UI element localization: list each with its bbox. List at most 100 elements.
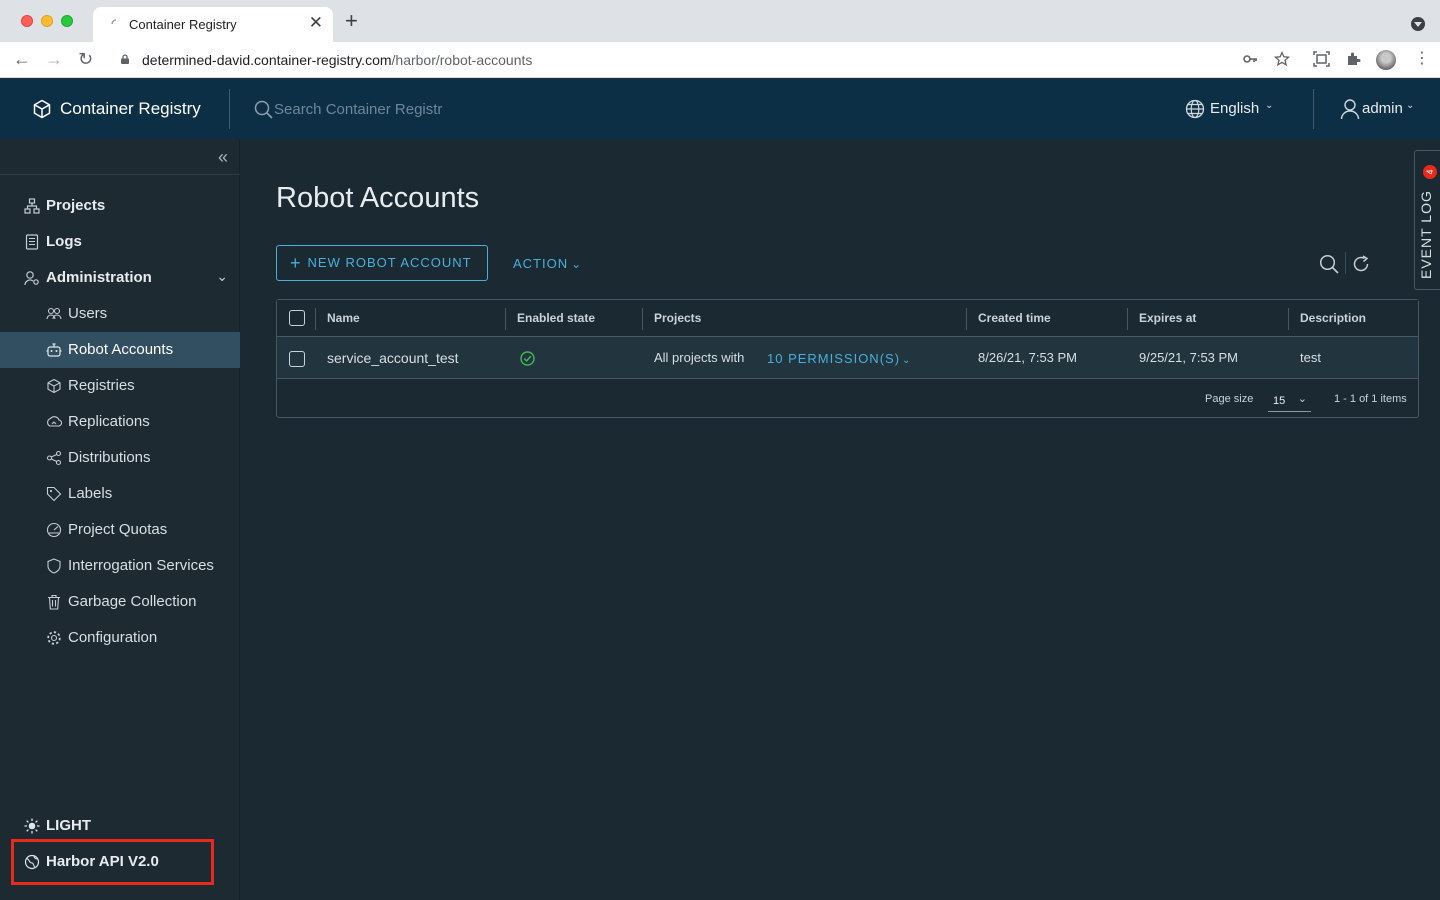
tab-close-icon[interactable]: ✕ <box>309 13 323 33</box>
maximize-window-button[interactable] <box>61 15 73 27</box>
column-separator[interactable] <box>966 308 967 330</box>
browser-tab[interactable]: Container Registry ✕ <box>93 7 333 42</box>
search-icon <box>254 100 273 119</box>
sidebar: « Projects Logs Administration ⌄ Users R… <box>0 139 240 900</box>
action-dropdown-button[interactable]: ACTION ⌄ <box>513 245 582 281</box>
page-size-select[interactable]: 15 ⌄ <box>1268 388 1311 412</box>
sun-icon <box>24 818 40 834</box>
administration-icon <box>24 271 39 286</box>
row-select-checkbox[interactable] <box>289 351 305 367</box>
close-window-button[interactable] <box>21 15 33 27</box>
robot-accounts-table: Name Enabled state Projects Created time… <box>276 299 1419 418</box>
brand-title[interactable]: Container Registry <box>60 99 201 119</box>
global-search-input[interactable] <box>274 98 524 120</box>
registries-icon <box>47 378 61 394</box>
chevron-down-icon: ⌄ <box>902 355 912 366</box>
address-bar[interactable]: determined-david.container-registry.com/… <box>142 52 532 68</box>
back-arrow-icon[interactable]: ← <box>13 50 31 68</box>
sidebar-item-registries[interactable]: Registries <box>0 368 240 404</box>
profile-avatar[interactable] <box>1376 50 1396 70</box>
action-label: ACTION <box>513 256 569 271</box>
chevron-down-icon: ⌄ <box>571 257 583 271</box>
sidebar-item-replications[interactable]: Replications <box>0 404 240 440</box>
page-size-value: 15 <box>1273 395 1286 407</box>
expires-at: 9/25/21, 7:53 PM <box>1139 350 1239 365</box>
chevron-down-icon[interactable]: ⌄ <box>1265 100 1273 111</box>
sidebar-item-logs[interactable]: Logs <box>0 224 240 260</box>
extensions-icon[interactable] <box>1346 51 1362 67</box>
table-footer: Page size 15 ⌄ 1 - 1 of 1 items <box>277 380 1418 418</box>
sidebar-item-garbage-collection[interactable]: Garbage Collection <box>0 584 240 620</box>
user-icon[interactable] <box>1340 98 1360 120</box>
sidebar-item-administration[interactable]: Administration ⌄ <box>0 260 240 296</box>
user-menu[interactable]: admin <box>1362 100 1403 117</box>
column-header-enabled-state[interactable]: Enabled state <box>517 311 595 325</box>
sidebar-item-interrogation-services[interactable]: Interrogation Services <box>0 548 240 584</box>
sidebar-item-users[interactable]: Users <box>0 296 240 332</box>
plus-icon: + <box>290 252 302 273</box>
minimize-window-button[interactable] <box>41 15 53 27</box>
replications-icon <box>47 416 62 427</box>
shield-icon <box>47 558 61 574</box>
column-separator[interactable] <box>505 308 506 330</box>
robot-name: service_account_test <box>327 350 459 366</box>
language-selector[interactable]: English <box>1210 100 1259 117</box>
sidebar-item-label: Registries <box>68 377 135 394</box>
sidebar-item-label: Logs <box>46 233 82 250</box>
sidebar-item-configuration[interactable]: Configuration <box>0 620 240 656</box>
column-separator[interactable] <box>1288 308 1289 330</box>
sidebar-item-projects[interactable]: Projects <box>0 188 240 224</box>
table-header: Name Enabled state Projects Created time… <box>277 300 1418 337</box>
search-icon[interactable] <box>1319 254 1339 274</box>
forward-arrow-icon[interactable]: → <box>45 50 63 68</box>
browser-menu-icon[interactable]: ⋮ <box>1414 51 1430 67</box>
sidebar-collapse-bar: « <box>0 139 240 175</box>
new-robot-account-button[interactable]: + NEW ROBOT ACCOUNT <box>276 245 488 281</box>
main-content: Robot Accounts + NEW ROBOT ACCOUNT ACTION… <box>241 139 1440 900</box>
double-chevron-left-icon[interactable]: « <box>218 148 228 166</box>
column-separator[interactable] <box>642 308 643 330</box>
event-log-badge: 4 <box>1423 165 1437 179</box>
created-time: 8/26/21, 7:53 PM <box>978 350 1078 365</box>
screen-capture-icon[interactable] <box>1313 51 1330 67</box>
column-header-projects[interactable]: Projects <box>654 311 701 325</box>
column-header-created-time[interactable]: Created time <box>978 311 1051 325</box>
theme-toggle-label: LIGHT <box>46 817 91 834</box>
permissions-label: 10 PERMISSION(S) <box>767 351 901 366</box>
bookmark-star-icon[interactable] <box>1274 51 1290 67</box>
distributions-icon <box>46 450 62 466</box>
sidebar-item-robot-accounts[interactable]: Robot Accounts <box>0 332 240 368</box>
select-all-checkbox[interactable] <box>289 310 305 326</box>
tab-title: Container Registry <box>129 17 237 32</box>
column-header-name[interactable]: Name <box>327 311 360 325</box>
reload-icon[interactable]: ↻ <box>78 50 93 68</box>
sidebar-item-label: Projects <box>46 197 106 214</box>
tab-search-icon[interactable] <box>1411 17 1425 31</box>
chevron-down-icon[interactable]: ⌄ <box>216 268 228 285</box>
table-row[interactable]: service_account_test All projects with 1… <box>277 337 1418 379</box>
permissions-dropdown[interactable]: 10 PERMISSION(S) ⌄ <box>767 351 911 366</box>
highlight-box <box>11 839 214 885</box>
app-header: Container Registry English ⌄ admin ⌄ <box>0 79 1440 139</box>
url-path: /harbor/robot-accounts <box>391 52 533 68</box>
chevron-down-icon[interactable]: ⌄ <box>1406 100 1414 111</box>
column-header-expires-at[interactable]: Expires at <box>1139 311 1196 325</box>
sidebar-item-labels[interactable]: Labels <box>0 476 240 512</box>
key-icon[interactable] <box>1242 51 1258 67</box>
tag-icon <box>46 486 62 502</box>
event-log-label: EVENT LOG <box>1418 190 1434 279</box>
sidebar-item-project-quotas[interactable]: Project Quotas <box>0 512 240 548</box>
chevron-down-icon: ⌄ <box>1297 393 1307 405</box>
logs-icon <box>25 234 39 250</box>
sidebar-item-distributions[interactable]: Distributions <box>0 440 240 476</box>
container-logo-icon[interactable] <box>32 99 52 119</box>
event-log-tab[interactable]: 4 EVENT LOG <box>1414 150 1440 290</box>
column-separator[interactable] <box>1127 308 1128 330</box>
refresh-icon[interactable] <box>1351 254 1371 274</box>
robot-icon <box>46 343 62 357</box>
new-tab-button[interactable]: + <box>345 10 358 32</box>
column-header-description[interactable]: Description <box>1300 311 1366 325</box>
users-icon <box>46 307 62 320</box>
projects-icon <box>24 198 40 214</box>
sidebar-item-label: Distributions <box>68 449 151 466</box>
